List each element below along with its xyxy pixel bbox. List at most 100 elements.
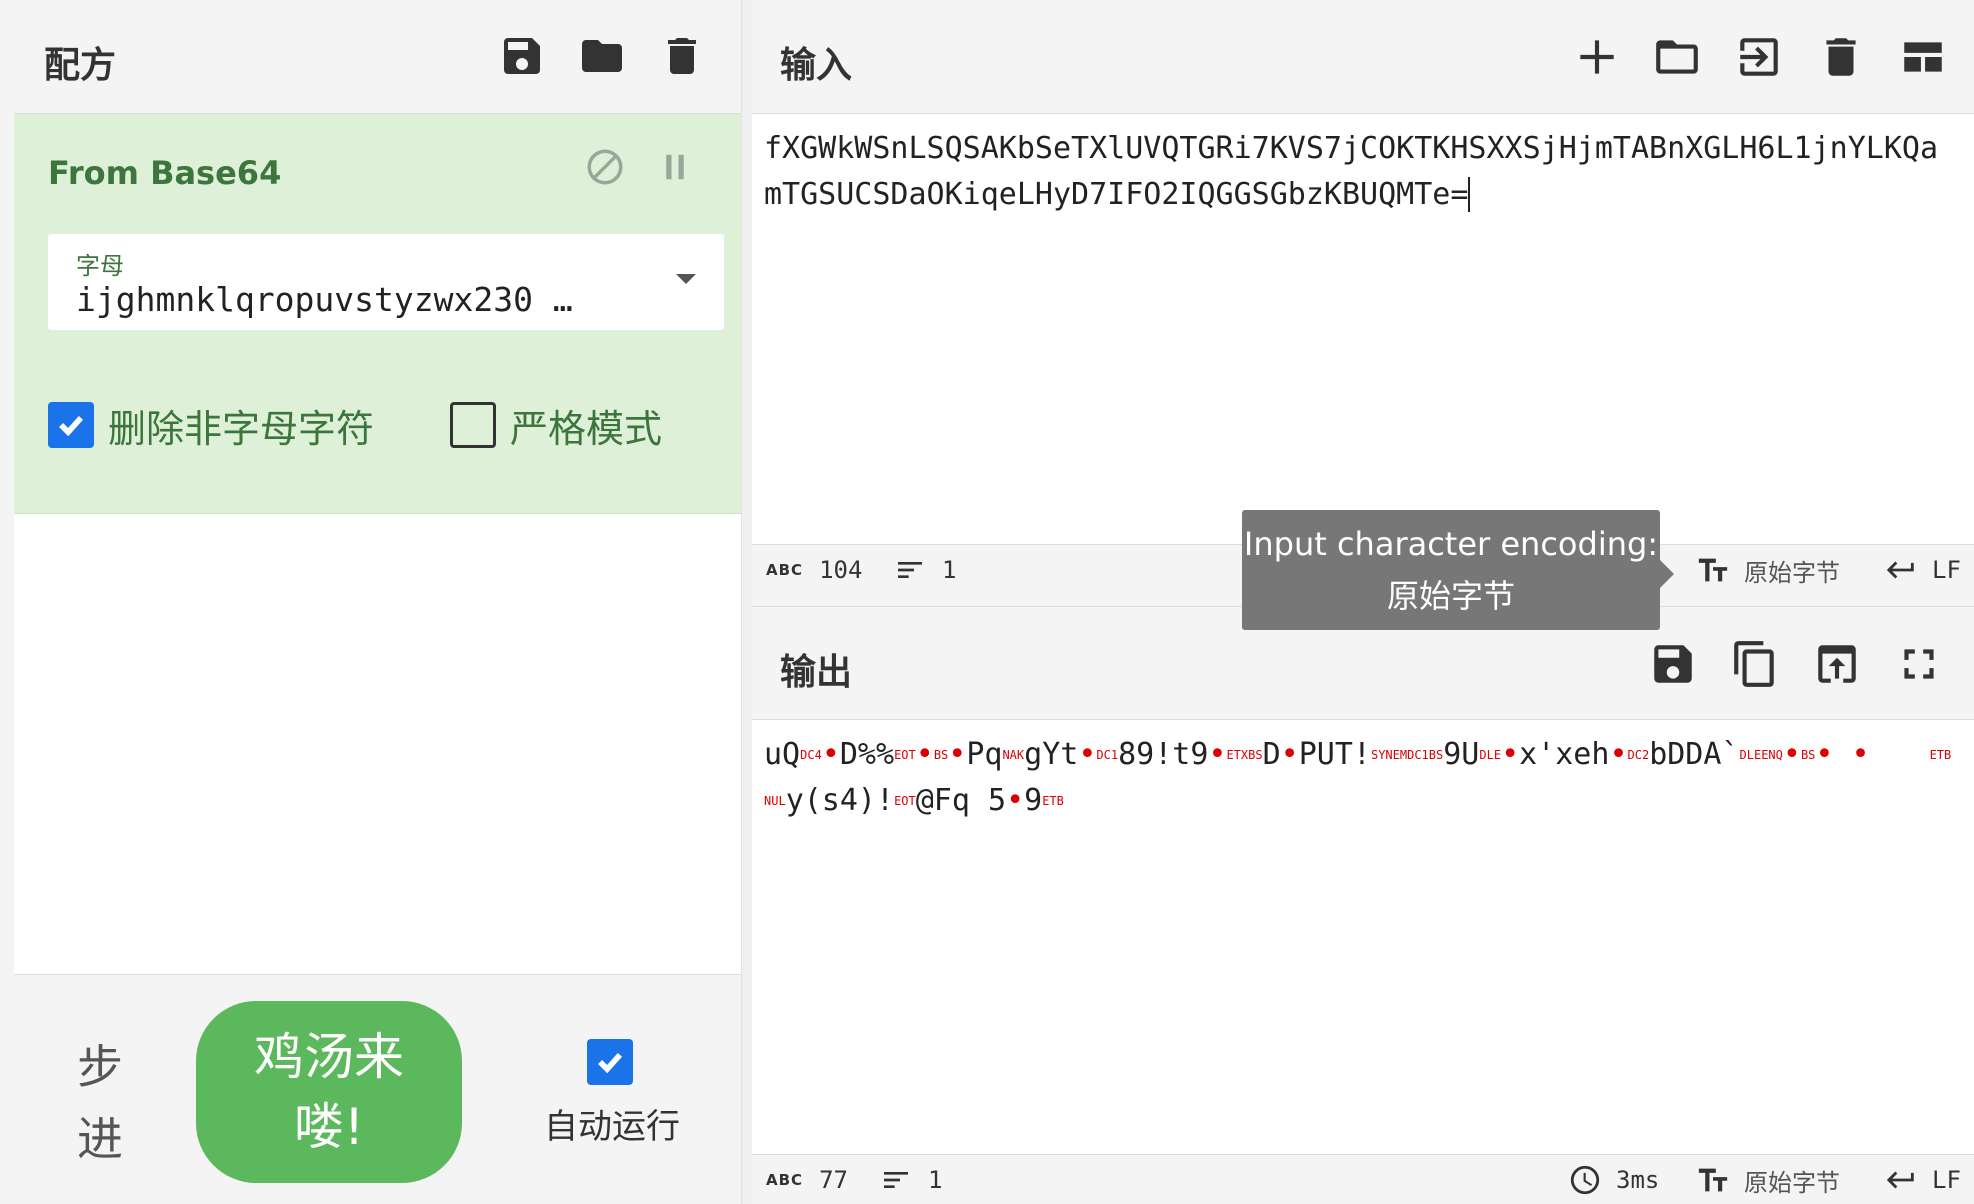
control-dot: • • (1815, 737, 1870, 772)
recipe-header: 配方 (14, 0, 741, 114)
output-encoding-value: 原始字节 (1744, 1168, 1840, 1197)
abc-icon: ABC (766, 561, 804, 579)
lines-icon (884, 1172, 908, 1188)
clear-input-trash-icon[interactable] (1814, 30, 1868, 84)
remove-nonalpha-checkbox-row[interactable]: 删除非字母字符 (48, 400, 375, 451)
strict-mode-checkbox-row[interactable]: 严格模式 (450, 400, 662, 451)
output-length-stat: ABC 77 (766, 1163, 848, 1197)
output-seg: D%% (839, 737, 895, 772)
control-dot: • (1078, 737, 1097, 772)
control-char: BS (1428, 748, 1444, 762)
output-seg: uQ (764, 737, 801, 772)
maximize-output-icon[interactable] (1892, 637, 1946, 691)
check-icon (598, 1053, 623, 1074)
panel-resize-handle[interactable] (742, 0, 752, 1204)
control-char: EM (1392, 748, 1408, 762)
replace-input-with-output-icon[interactable] (1810, 637, 1864, 691)
open-folder-icon[interactable] (1650, 30, 1704, 84)
control-char: DC1 (1407, 748, 1429, 762)
input-length-stat: ABC 104 (766, 553, 862, 587)
control-char: BS (1248, 748, 1263, 762)
input-encoding-value: 原始字节 (1744, 558, 1840, 587)
control-dot: • (1208, 737, 1227, 772)
control-dot: • (1280, 737, 1299, 772)
output-seg: @Fq 5 (915, 783, 1007, 818)
reset-layout-icon[interactable] (1896, 30, 1950, 84)
clear-recipe-trash-icon[interactable] (656, 30, 708, 82)
control-char: SYN (1370, 748, 1393, 762)
copy-output-icon[interactable] (1728, 637, 1782, 691)
control-char: ENQ (1761, 748, 1783, 762)
control-dot: • (1782, 737, 1801, 772)
recipe-panel: 配方 From Base64 字母 ijghmnklqropuvstyzwx23… (14, 0, 742, 1204)
output-textarea[interactable]: uQDC4•D%%EOT•BS•PqNAKgYt•DC189!t9•ETXBSD… (752, 720, 1974, 1154)
output-encoding-button[interactable]: 原始字节 (1696, 1163, 1840, 1197)
remove-nonalpha-label: 删除非字母字符 (108, 406, 375, 451)
output-eol-button[interactable]: LF (1884, 1163, 1961, 1197)
step-button[interactable]: 步 进 (70, 1031, 130, 1175)
bake-button[interactable]: 鸡汤来 喽! (196, 1001, 462, 1183)
alphabet-label: 字母 (76, 252, 124, 280)
output-seg: 9U (1443, 737, 1480, 772)
text-type-icon (1698, 558, 1728, 582)
control-char: BS (933, 748, 949, 762)
output-seg: y(s4)! (785, 783, 895, 818)
control-char: DLE (1739, 748, 1762, 762)
pause-breakpoint-icon[interactable] (650, 142, 700, 192)
input-encoding-button[interactable]: 原始字节 (1696, 553, 1840, 587)
control-dot: • (1501, 737, 1520, 772)
return-arrow-icon (1886, 1171, 1914, 1189)
control-char: ETX (1226, 748, 1249, 762)
remove-nonalpha-checkbox[interactable] (48, 402, 94, 448)
dropdown-caret-icon[interactable] (676, 274, 696, 284)
input-text-line2-value: mTGSUCSDaOKiqeLHyD7IFO2IQGGSGbzKBUQMTe= (764, 177, 1469, 212)
alphabet-select[interactable]: 字母 ijghmnklqropuvstyzwx230 … (48, 234, 724, 330)
control-char: EOT (894, 794, 916, 808)
bake-time-value: 3ms (1616, 1166, 1660, 1194)
control-char: EOT (894, 748, 916, 762)
input-textarea[interactable]: fXGWkWSnLSQSAKbSeTXlUVQTGRi7KVS7jCOKTKHS… (752, 114, 1974, 544)
auto-bake-label: 自动运行 (544, 1107, 680, 1147)
add-input-tab-plus-icon[interactable] (1570, 30, 1624, 84)
control-char: NUL (764, 794, 786, 808)
step-label-line2: 进 (77, 1112, 123, 1166)
output-seg: 9 (1024, 783, 1043, 818)
output-lines-value: 1 (928, 1166, 943, 1194)
bake-label-line1: 鸡汤来 (254, 1028, 404, 1086)
tooltip-line2: 原始字节 (1386, 577, 1515, 615)
input-eol-button[interactable]: LF (1884, 553, 1961, 587)
output-seg: PUT! (1298, 737, 1371, 772)
auto-bake-checkbox[interactable] (587, 1039, 633, 1085)
input-length-value: 104 (819, 556, 863, 584)
lines-icon (898, 562, 922, 578)
control-char: NAK (1002, 748, 1025, 762)
input-title: 输入 (780, 45, 853, 86)
open-file-input-icon[interactable] (1732, 30, 1786, 84)
output-seg: D (1262, 737, 1281, 772)
tooltip-line1: Input character encoding: (1243, 525, 1659, 563)
input-text-line2: mTGSUCSDaOKiqeLHyD7IFO2IQGGSGbzKBUQMTe=​ (764, 172, 1962, 218)
return-arrow-icon (1886, 561, 1914, 579)
save-output-icon[interactable] (1646, 637, 1700, 691)
operation-from-base64: From Base64 字母 ijghmnklqropuvstyzwx230 …… (14, 114, 741, 514)
save-recipe-icon[interactable] (496, 30, 548, 82)
input-header: 输入 (752, 0, 1974, 114)
output-status-bar: ABC 77 1 3ms 原始字节 LF (752, 1154, 1974, 1204)
control-dot: • (1609, 737, 1628, 772)
control-dot: • (1006, 783, 1025, 818)
bake-label-line2: 喽! (293, 1098, 365, 1156)
output-seg: 89!t9 (1118, 737, 1209, 772)
strict-mode-checkbox[interactable] (450, 402, 496, 448)
output-eol-value: LF (1932, 1166, 1961, 1194)
load-recipe-folder-icon[interactable] (576, 30, 628, 82)
output-seg: x'xeh (1519, 737, 1610, 772)
output-seg: gYt (1024, 737, 1079, 772)
disable-operation-icon[interactable] (580, 142, 630, 192)
clock-icon (1570, 1165, 1600, 1195)
input-text-line1: fXGWkWSnLSQSAKbSeTXlUVQTGRi7KVS7jCOKTKHS… (764, 131, 1938, 166)
input-lines-stat: 1 (894, 553, 956, 587)
output-seg: bDDA` (1649, 737, 1740, 772)
text-type-icon (1698, 1168, 1728, 1192)
bake-time-stat: 3ms (1568, 1163, 1659, 1197)
output-text-line2: NULy(s4)!EOT@Fq 5•9ETB (764, 778, 1962, 824)
